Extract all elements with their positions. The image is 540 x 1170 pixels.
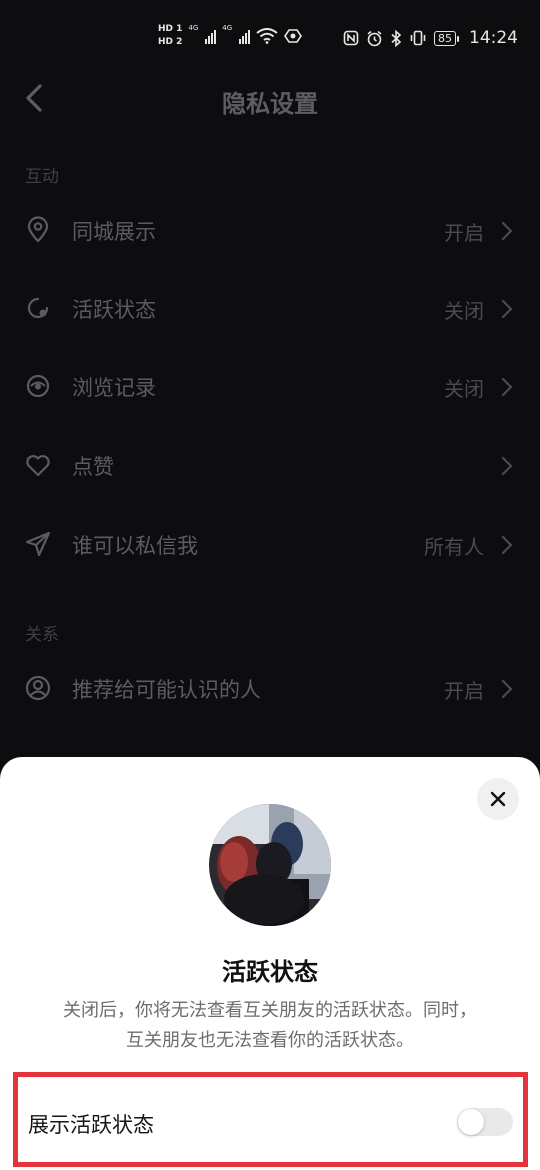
chevron-right-icon [501,679,513,699]
row-label: 点赞 [72,455,114,479]
row-value: 关闭 [444,299,484,323]
user-circle-icon [25,675,51,701]
sheet-description: 关闭后，你将无法查看互关朋友的活跃状态。同时， 互关朋友也无法查看你的活跃状态。 [20,996,520,1056]
alarm-icon [367,30,382,46]
status-left: HD 1 HD 2 4G 4G [158,24,303,48]
settings-row-browsing-history[interactable]: 浏览记录 关闭 [0,356,540,416]
row-label: 活跃状态 [72,298,156,322]
section-label-relation: 关系 [25,625,59,645]
row-value: 关闭 [444,377,484,401]
chevron-right-icon [501,456,513,476]
status-right: 85 14:24 [343,28,518,48]
row-value: 开启 [444,679,484,703]
settings-row-direct-message[interactable]: 谁可以私信我 所有人 [0,514,540,574]
settings-row-activity-status[interactable]: 活跃状态 关闭 [0,278,540,338]
page-title: 隐私设置 [222,90,318,118]
settings-row-recommend[interactable]: 推荐给可能认识的人 开启 [0,658,540,718]
signal-icon [205,28,217,44]
chevron-right-icon [501,299,513,319]
hd-indicators: HD 1 HD 2 [158,24,182,48]
settings-row-likes[interactable]: 点赞 [0,435,540,495]
network-type-1: 4G [188,24,199,32]
status-bar: HD 1 HD 2 4G 4G 85 14:24 [0,0,540,78]
toggle-knob [458,1109,484,1135]
chevron-right-icon [501,221,513,241]
hd1-indicator: HD 1 [158,24,183,34]
show-activity-status-row[interactable]: 展示活跃状态 [13,1072,528,1167]
hotspot-icon [284,29,303,43]
screen: HD 1 HD 2 4G 4G 85 14:24 隐私设置 互动 同城展示 开启… [0,0,540,1170]
row-label: 同城展示 [72,220,156,244]
activity-status-toggle[interactable] [457,1108,513,1136]
network-type-2: 4G [222,24,233,32]
avatar-image [209,804,331,926]
row-label: 谁可以私信我 [72,534,198,558]
vibrate-icon [410,30,426,46]
wifi-icon [256,28,278,44]
avatar [209,804,331,926]
signal-icon-2 [239,28,251,44]
eye-icon [26,374,50,398]
settings-row-city-display[interactable]: 同城展示 开启 [0,200,540,260]
nfc-icon [343,30,359,46]
toggle-label: 展示活跃状态 [28,1113,154,1137]
row-label: 浏览记录 [72,376,156,400]
close-button[interactable] [477,778,519,820]
activity-status-icon [27,297,49,319]
sheet-description-line1: 关闭后，你将无法查看互关朋友的活跃状态。同时， [63,1000,477,1021]
heart-icon [26,455,50,477]
clock: 14:24 [469,28,518,48]
sheet-description-line2: 互关朋友也无法查看你的活跃状态。 [126,1030,414,1051]
sheet-title: 活跃状态 [222,958,318,986]
row-value: 所有人 [424,535,484,559]
header: 隐私设置 [0,70,540,130]
location-pin-icon [27,216,49,243]
section-label-interaction: 互动 [25,167,59,187]
row-value: 开启 [444,221,484,245]
chevron-right-icon [501,377,513,397]
chevron-right-icon [501,535,513,555]
row-label: 推荐给可能认识的人 [72,678,261,702]
hd2-indicator: HD 2 [158,37,183,47]
paper-plane-icon [25,531,51,557]
close-icon [490,791,506,807]
bluetooth-icon [391,29,402,47]
battery-indicator: 85 [434,30,459,46]
